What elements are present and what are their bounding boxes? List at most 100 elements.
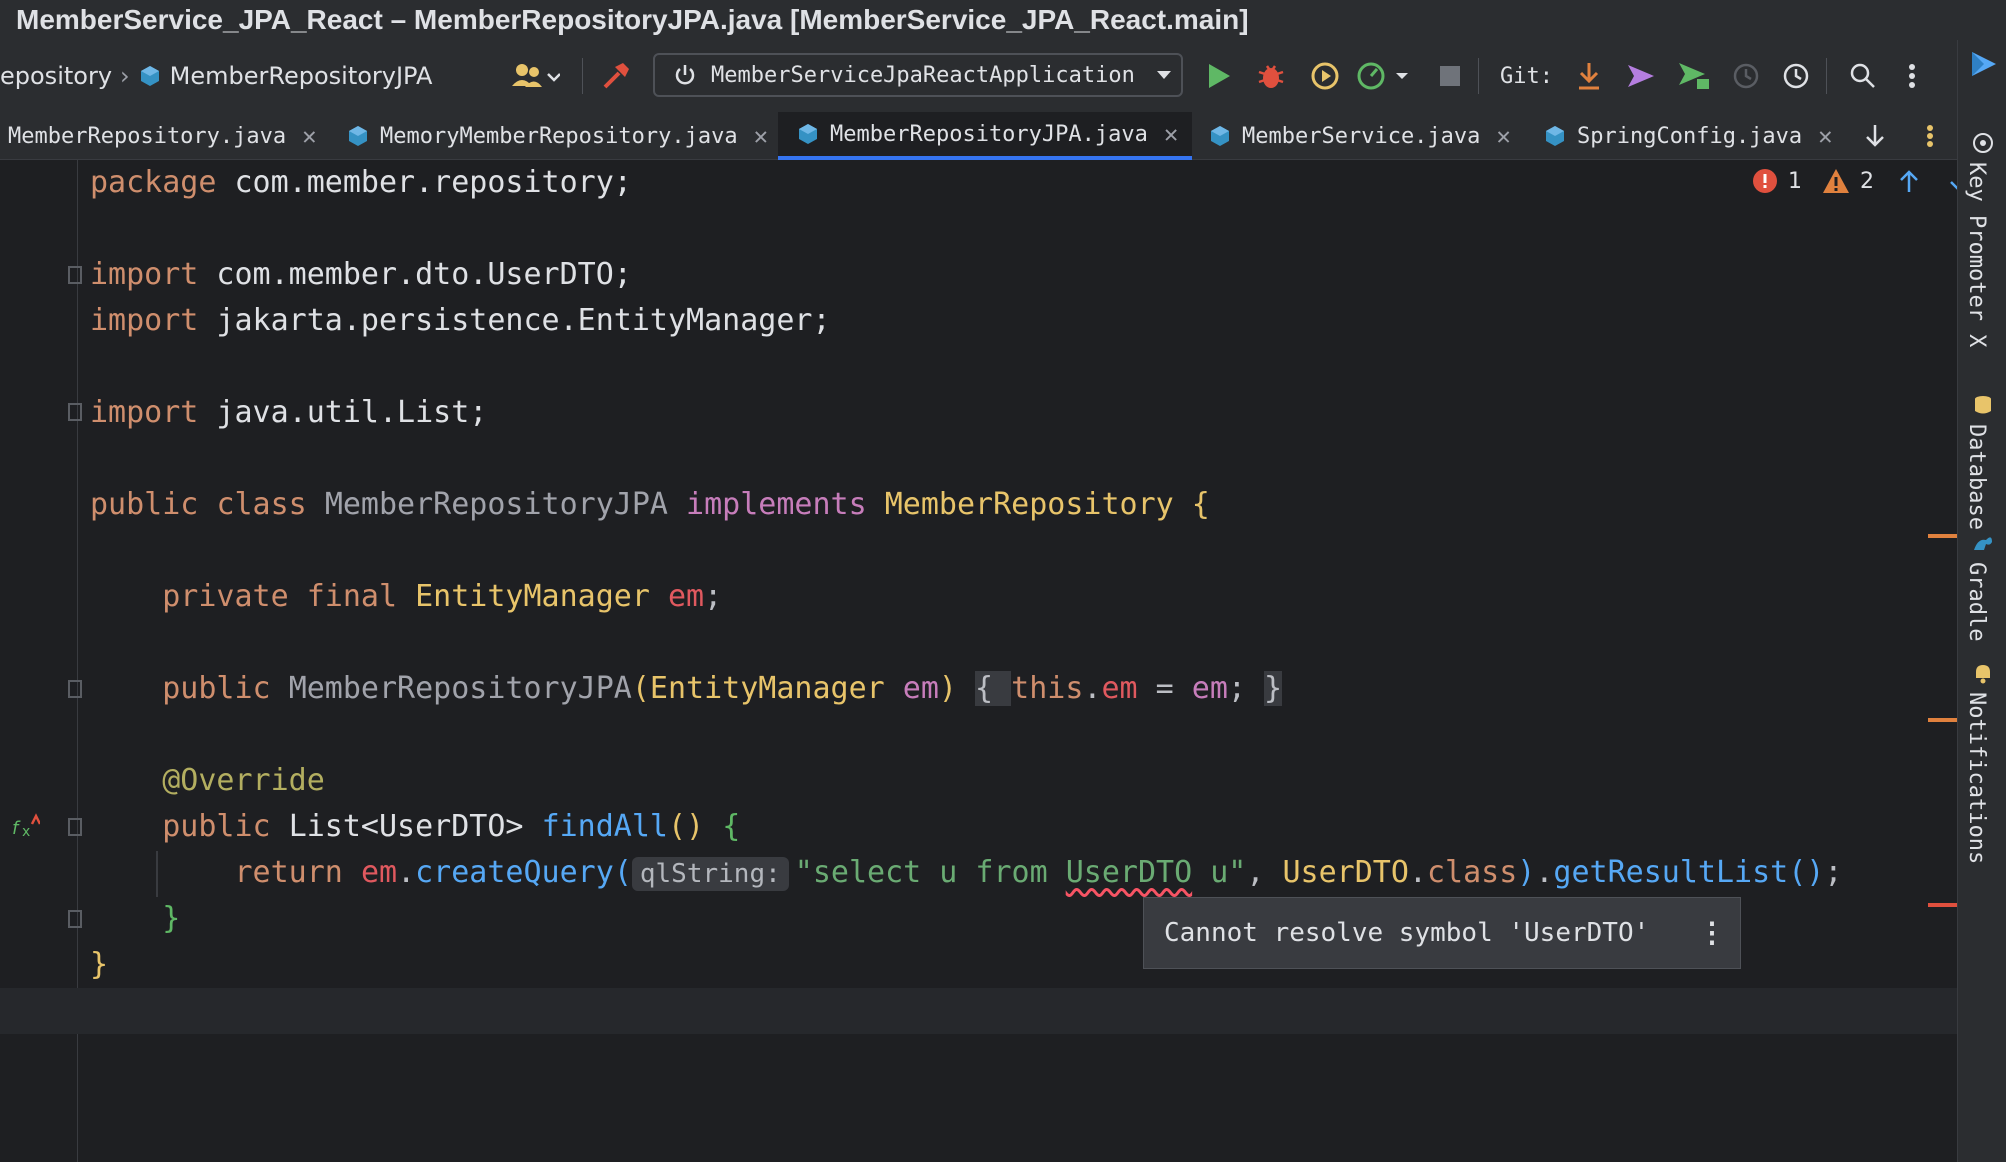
key-promoter-icon xyxy=(1972,132,1994,154)
keyword: return xyxy=(234,855,343,890)
parameter-hint: qlString: xyxy=(631,857,789,891)
code-line[interactable]: public MemberRepositoryJPA(EntityManager… xyxy=(90,666,1283,712)
hammer-icon xyxy=(601,61,631,91)
method-call: createQuery xyxy=(415,855,614,890)
git-rollback-button[interactable] xyxy=(1782,40,1810,112)
search-button[interactable] xyxy=(1850,40,1876,112)
search-icon xyxy=(1850,63,1876,89)
keyword: class xyxy=(1426,855,1518,890)
unresolved-symbol[interactable]: UserDTO xyxy=(1066,855,1192,890)
more-vertical-icon[interactable]: ⋮ xyxy=(1698,916,1726,949)
close-icon[interactable]: ✕ xyxy=(1818,122,1832,150)
gradle-icon xyxy=(1972,532,1994,554)
code-line[interactable]: import java.util.List; xyxy=(90,390,487,436)
code-line[interactable]: return em.createQuery(qlString: "select u… xyxy=(90,850,1842,896)
fold-marker-icon[interactable] xyxy=(68,403,82,421)
tooltip-message: Cannot resolve symbol 'UserDTO' xyxy=(1164,918,1650,948)
fold-expand-icon[interactable] xyxy=(68,680,82,698)
tabs-more-button[interactable] xyxy=(1926,112,1934,160)
run-button[interactable] xyxy=(1206,40,1232,112)
debug-button[interactable] xyxy=(1257,40,1285,112)
close-icon[interactable]: ✕ xyxy=(1164,120,1178,148)
class-icon xyxy=(138,64,162,88)
param-name: em xyxy=(1191,671,1228,706)
window-title: MemberService_JPA_React – MemberReposito… xyxy=(0,0,2006,40)
git-history-button[interactable] xyxy=(1732,40,1760,112)
close-icon[interactable]: ✕ xyxy=(302,122,316,150)
tab-member-repository[interactable]: MemberRepository.java ✕ xyxy=(0,112,340,160)
error-icon xyxy=(1752,168,1778,194)
code-line[interactable]: import com.member.dto.UserDTO; xyxy=(90,252,632,298)
code-line[interactable]: public List<UserDTO> findAll() { xyxy=(90,804,740,850)
keyword: import xyxy=(90,303,199,338)
package-name: com.member.repository; xyxy=(216,165,632,200)
code-line[interactable]: package com.member.repository; xyxy=(90,160,632,206)
error-count: 1 xyxy=(1788,168,1802,194)
caret-line-highlight xyxy=(0,988,1957,1034)
rollback-icon xyxy=(1782,62,1810,90)
fold-marker-icon[interactable] xyxy=(68,910,82,928)
notifications-icon xyxy=(1972,662,1994,684)
build-button[interactable] xyxy=(601,40,631,112)
breadcrumb-item-class[interactable]: MemberRepositoryJPA xyxy=(170,62,433,90)
import-path: jakarta.persistence.EntityManager; xyxy=(198,303,831,338)
tabs-overflow-button[interactable] xyxy=(1864,112,1886,160)
git-commit-button[interactable] xyxy=(1626,40,1656,112)
tab-member-service[interactable]: MemberService.java ✕ xyxy=(1208,112,1514,160)
code-line[interactable]: private final EntityManager em; xyxy=(90,574,722,620)
run-icon xyxy=(1206,62,1232,90)
keyword: public xyxy=(162,809,271,844)
vcs-users-button[interactable] xyxy=(512,40,560,112)
interface-name: MemberRepository xyxy=(884,487,1174,522)
tool-window-gradle[interactable]: Gradle xyxy=(1964,562,1989,641)
tool-window-key-promoter[interactable]: Key Promoter X xyxy=(1964,162,1989,347)
code-line[interactable]: } xyxy=(90,896,180,942)
git-push-button[interactable] xyxy=(1677,40,1711,112)
profile-button[interactable] xyxy=(1356,40,1412,112)
git-update-button[interactable] xyxy=(1576,40,1602,112)
run-configuration-label: MemberServiceJpaReactApplication xyxy=(711,62,1135,88)
svg-text:x: x xyxy=(22,824,30,840)
field-name: em xyxy=(1101,671,1138,706)
string-literal: u" xyxy=(1192,855,1247,890)
fold-marker-icon[interactable] xyxy=(68,266,82,284)
assistant-button[interactable] xyxy=(1970,50,1998,78)
git-label: Git: xyxy=(1500,63,1553,89)
stop-button[interactable] xyxy=(1438,40,1462,112)
keyword: public xyxy=(90,487,199,522)
close-icon[interactable]: ✕ xyxy=(1496,122,1510,150)
warning-mark[interactable] xyxy=(1928,534,1957,538)
tool-window-notifications[interactable]: Notifications xyxy=(1964,692,1989,864)
tab-memory-member-repository[interactable]: MemoryMemberRepository.java ✕ xyxy=(346,112,778,160)
keyword: import xyxy=(90,257,199,292)
run-configuration-selector[interactable]: MemberServiceJpaReactApplication xyxy=(653,53,1183,97)
keyword: public xyxy=(162,671,271,706)
run-with-coverage-button[interactable] xyxy=(1310,40,1340,112)
implementing-method-icon[interactable]: fx xyxy=(12,812,40,840)
code-line[interactable]: public class MemberRepositoryJPA impleme… xyxy=(90,482,1210,528)
bug-icon xyxy=(1257,62,1285,90)
tab-member-repository-jpa[interactable]: MemberRepositoryJPA.java ✕ xyxy=(778,112,1192,160)
more-actions-button[interactable] xyxy=(1908,40,1916,112)
right-tool-strip: Key Promoter X Database Gradle Notificat… xyxy=(1957,40,2006,1162)
code-line[interactable]: import jakarta.persistence.EntityManager… xyxy=(90,298,831,344)
error-mark[interactable] xyxy=(1928,903,1957,907)
tab-label: SpringConfig.java xyxy=(1577,123,1803,149)
type-name: UserDTO xyxy=(1282,855,1409,890)
tool-window-database[interactable]: Database xyxy=(1964,424,1989,530)
speedometer-icon xyxy=(1356,61,1412,91)
warning-mark[interactable] xyxy=(1928,718,1957,722)
code-line[interactable]: } xyxy=(90,942,108,988)
tab-spring-config[interactable]: SpringConfig.java ✕ xyxy=(1543,112,1843,160)
update-arrow-icon xyxy=(1576,61,1602,91)
field-name: em xyxy=(668,579,705,614)
previous-highlight-icon[interactable] xyxy=(1898,168,1920,194)
code-line[interactable]: @Override xyxy=(90,758,325,804)
keyword: class xyxy=(216,487,307,522)
close-icon[interactable]: ✕ xyxy=(754,122,768,150)
more-vertical-icon xyxy=(1926,124,1934,148)
breadcrumb-item-repository[interactable]: epository xyxy=(0,62,112,90)
fold-marker-icon[interactable] xyxy=(68,818,82,836)
database-icon xyxy=(1972,394,1994,416)
class-file-icon xyxy=(796,122,820,146)
